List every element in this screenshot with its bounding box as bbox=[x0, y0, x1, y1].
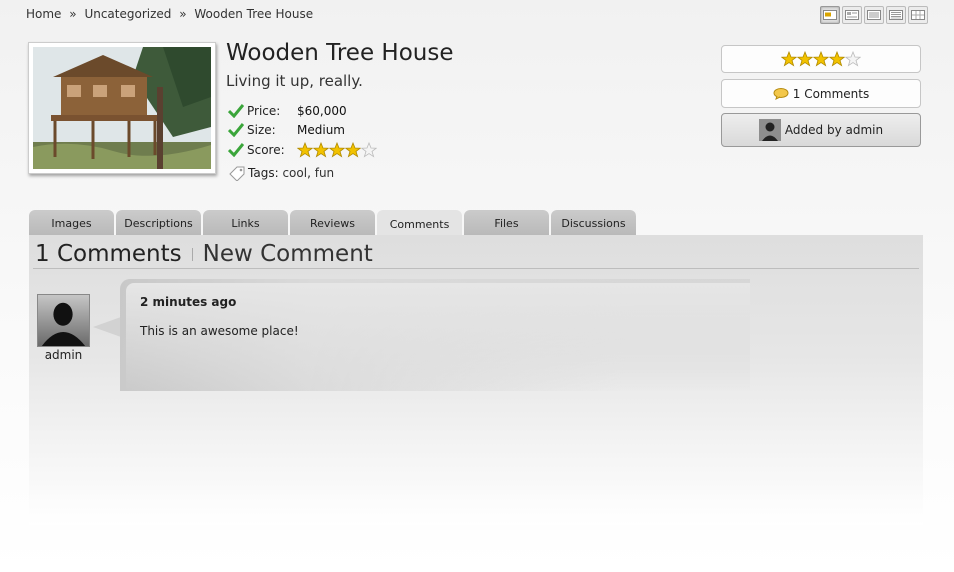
comments-count-box[interactable]: 1 Comments bbox=[721, 79, 921, 108]
listing-title: Wooden Tree House bbox=[226, 40, 454, 66]
price-row: Price: $60,000 bbox=[228, 101, 377, 121]
breadcrumb-separator: » bbox=[69, 7, 77, 21]
breadcrumb: Home » Uncategorized » Wooden Tree House bbox=[26, 7, 313, 21]
tag-link-fun[interactable]: fun bbox=[315, 166, 334, 180]
size-value: Medium bbox=[297, 123, 345, 138]
detail-view-button[interactable] bbox=[886, 6, 906, 24]
tag-link-cool[interactable]: cool bbox=[282, 166, 307, 180]
breadcrumb-home-link[interactable]: Home bbox=[26, 7, 61, 21]
grid-view-icon bbox=[911, 10, 925, 20]
checkmark-icon bbox=[228, 142, 244, 157]
user-avatar-icon bbox=[758, 119, 781, 141]
tag-separator: , bbox=[307, 166, 311, 180]
price-value: $60,000 bbox=[297, 103, 347, 118]
comment-timestamp: 2 minutes ago bbox=[140, 295, 237, 309]
tab-files[interactable]: Files bbox=[464, 210, 549, 235]
compact-view-icon bbox=[867, 10, 881, 20]
tab-descriptions[interactable]: Descriptions bbox=[116, 210, 201, 235]
card-view-icon bbox=[823, 10, 837, 20]
rating-box[interactable] bbox=[721, 45, 921, 73]
star-filled-icon bbox=[781, 51, 797, 67]
listing-photo[interactable] bbox=[28, 42, 216, 174]
breadcrumb-category-link[interactable]: Uncategorized bbox=[84, 7, 171, 21]
tags-row: Tags: cool, fun bbox=[228, 165, 334, 181]
star-filled-icon bbox=[329, 141, 345, 158]
tag-icon bbox=[229, 166, 245, 181]
star-empty-icon bbox=[845, 51, 861, 67]
tab-images[interactable]: Images bbox=[29, 210, 114, 235]
checkmark-icon bbox=[228, 103, 244, 118]
commenter-avatar bbox=[37, 294, 90, 347]
list-thumb-view-button[interactable] bbox=[842, 6, 862, 24]
breadcrumb-current: Wooden Tree House bbox=[194, 7, 314, 21]
score-row: Score: bbox=[228, 140, 377, 160]
added-by-text: Added by admin bbox=[784, 123, 884, 137]
breadcrumb-separator: » bbox=[179, 7, 187, 21]
tab-comments[interactable]: Comments bbox=[377, 210, 462, 236]
score-label: Score: bbox=[247, 142, 285, 157]
compact-view-button[interactable] bbox=[864, 6, 884, 24]
star-filled-icon bbox=[813, 51, 829, 67]
tags-label: Tags: bbox=[248, 166, 279, 180]
comments-header: 1 Comments New Comment bbox=[35, 241, 373, 267]
star-filled-icon bbox=[297, 141, 313, 158]
comment-text: This is an awesome place! bbox=[140, 324, 299, 338]
listing-details: Price: $60,000 Size: Medium Score: bbox=[228, 101, 377, 160]
star-filled-icon bbox=[345, 141, 361, 158]
grid-view-button[interactable] bbox=[908, 6, 928, 24]
score-stars bbox=[297, 141, 377, 158]
listing-subtitle: Living it up, really. bbox=[226, 72, 363, 90]
comment-bubble: 2 minutes ago This is an awesome place! bbox=[120, 279, 750, 391]
tab-discussions[interactable]: Discussions bbox=[551, 210, 636, 235]
tree-house-photo bbox=[33, 47, 211, 169]
size-row: Size: Medium bbox=[228, 121, 377, 141]
size-label: Size: bbox=[247, 123, 276, 138]
tab-bar: Images Descriptions Links Reviews Commen… bbox=[29, 210, 636, 236]
tab-reviews[interactable]: Reviews bbox=[290, 210, 375, 235]
star-filled-icon bbox=[829, 51, 845, 67]
price-label: Price: bbox=[247, 103, 281, 118]
tab-links[interactable]: Links bbox=[203, 210, 288, 235]
comments-count-title: 1 Comments bbox=[35, 241, 182, 267]
card-view-button[interactable] bbox=[820, 6, 840, 24]
bubble-pointer bbox=[93, 317, 121, 337]
detail-view-icon bbox=[889, 10, 903, 20]
comment-bubble-body: 2 minutes ago This is an awesome place! bbox=[126, 283, 750, 391]
header-rule bbox=[33, 268, 919, 269]
new-comment-link[interactable]: New Comment bbox=[203, 241, 373, 267]
added-by-box[interactable]: Added by admin bbox=[721, 113, 921, 147]
list-thumb-view-icon bbox=[845, 10, 859, 20]
rating-stars[interactable] bbox=[781, 51, 861, 67]
commenter-name[interactable]: admin bbox=[37, 348, 90, 362]
view-switcher bbox=[820, 6, 928, 24]
star-filled-icon bbox=[313, 141, 329, 158]
comments-count-link[interactable]: 1 Comments bbox=[793, 87, 870, 101]
speech-bubble-icon bbox=[773, 87, 789, 100]
checkmark-icon bbox=[228, 123, 244, 138]
comments-panel: 1 Comments New Comment admin 2 minutes a… bbox=[29, 235, 923, 525]
star-empty-icon bbox=[361, 141, 377, 158]
star-filled-icon bbox=[797, 51, 813, 67]
header-divider bbox=[191, 247, 193, 261]
